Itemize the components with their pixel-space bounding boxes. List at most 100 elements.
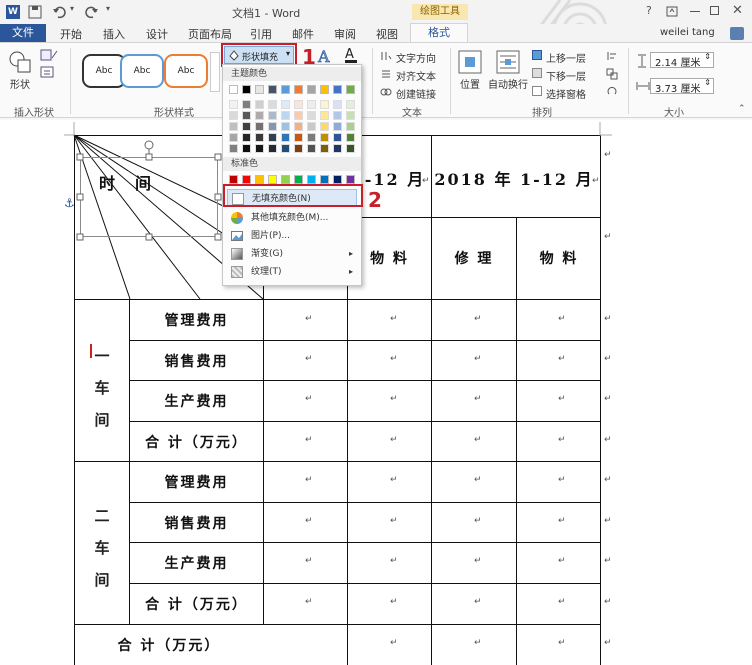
cell-end-mark: ↵ [305, 556, 313, 566]
theme-color-swatch[interactable] [281, 100, 290, 109]
theme-color-swatch[interactable] [307, 111, 316, 120]
standard-color-swatch[interactable] [294, 175, 303, 184]
theme-color-swatch[interactable] [255, 122, 264, 131]
row-end-mark: ↵ [604, 435, 612, 445]
row-end-mark: ↵ [604, 516, 612, 526]
standard-color-swatch[interactable] [320, 175, 329, 184]
theme-color-swatch[interactable] [320, 133, 329, 142]
theme-color-swatch[interactable] [307, 85, 316, 94]
theme-color-swatch[interactable] [294, 85, 303, 94]
theme-color-swatch[interactable] [294, 144, 303, 153]
theme-color-swatch[interactable] [242, 85, 251, 94]
cell-end-mark: ↵ [390, 475, 398, 485]
theme-color-swatch[interactable] [333, 111, 342, 120]
texture-menu-item[interactable]: 纹理(T) ▸ [227, 263, 357, 281]
gradient-menu-item[interactable]: 渐变(G) ▸ [227, 245, 357, 263]
theme-color-swatch[interactable] [346, 85, 355, 94]
standard-color-swatch[interactable] [307, 175, 316, 184]
theme-color-swatch[interactable] [242, 133, 251, 142]
theme-color-swatch[interactable] [307, 100, 316, 109]
theme-color-swatch[interactable] [268, 133, 277, 142]
theme-color-swatch[interactable] [229, 144, 238, 153]
theme-color-swatch[interactable] [320, 111, 329, 120]
theme-color-swatch[interactable] [346, 133, 355, 142]
standard-color-swatch[interactable] [242, 175, 251, 184]
annotation-number-2: 2 [368, 188, 382, 212]
theme-color-swatch[interactable] [255, 85, 264, 94]
theme-color-swatch[interactable] [268, 111, 277, 120]
cell-end-mark: ↵ [558, 516, 566, 526]
theme-color-swatch[interactable] [320, 144, 329, 153]
theme-color-swatch[interactable] [281, 144, 290, 153]
theme-color-swatch[interactable] [255, 144, 264, 153]
theme-color-swatch[interactable] [346, 144, 355, 153]
theme-color-swatch[interactable] [294, 133, 303, 142]
picture-menu-item[interactable]: 图片(P)... [227, 227, 357, 245]
cell-end-mark: ↵ [474, 394, 482, 404]
theme-color-swatch[interactable] [307, 133, 316, 142]
theme-color-swatch[interactable] [346, 122, 355, 131]
theme-color-swatch[interactable] [333, 122, 342, 131]
cell-end-mark: ↵ [305, 516, 313, 526]
theme-color-swatch[interactable] [307, 144, 316, 153]
theme-color-swatch[interactable] [242, 111, 251, 120]
theme-color-swatch[interactable] [346, 111, 355, 120]
anchor-icon: ⚓ [64, 196, 75, 210]
theme-color-swatch[interactable] [333, 133, 342, 142]
cell-end-mark: ↵ [474, 435, 482, 445]
workshop-1-label: 一 车 间 [94, 347, 110, 429]
theme-color-swatch[interactable] [307, 122, 316, 131]
row-end-mark: ↵ [604, 394, 612, 404]
standard-color-swatch[interactable] [229, 175, 238, 184]
theme-color-swatch[interactable] [281, 111, 290, 120]
theme-color-swatch[interactable] [255, 133, 264, 142]
subheader-repair: 修 理 [454, 251, 494, 267]
theme-color-swatch[interactable] [294, 100, 303, 109]
theme-color-swatch[interactable] [333, 85, 342, 94]
color-wheel-icon [231, 212, 243, 224]
submenu-arrow-icon: ▸ [348, 249, 353, 258]
cell-end-mark: ↵ [474, 516, 482, 526]
standard-color-swatch[interactable] [255, 175, 264, 184]
theme-color-swatch[interactable] [255, 111, 264, 120]
theme-color-swatch[interactable] [229, 85, 238, 94]
cell-end-mark: ↵ [390, 354, 398, 364]
theme-color-swatch[interactable] [281, 122, 290, 131]
theme-color-swatch[interactable] [320, 122, 329, 131]
standard-color-swatch[interactable] [268, 175, 277, 184]
theme-color-swatch[interactable] [229, 100, 238, 109]
theme-color-swatch[interactable] [242, 122, 251, 131]
cell-end-mark: ↵ [558, 556, 566, 566]
row-label: 合 计（万元） [145, 597, 248, 613]
standard-color-swatch[interactable] [333, 175, 342, 184]
theme-color-swatch[interactable] [268, 100, 277, 109]
cell-end-mark: ↵ [390, 314, 398, 324]
theme-color-swatch[interactable] [255, 100, 264, 109]
more-fill-colors-menu-item[interactable]: 其他填充颜色(M)... [227, 209, 357, 227]
theme-color-swatch[interactable] [294, 111, 303, 120]
theme-color-swatch[interactable] [281, 85, 290, 94]
theme-color-swatch[interactable] [333, 100, 342, 109]
theme-color-swatch[interactable] [229, 133, 238, 142]
theme-color-swatch[interactable] [242, 144, 251, 153]
cell-end-mark: ↵ [474, 314, 482, 324]
theme-color-swatch[interactable] [281, 133, 290, 142]
standard-color-swatch[interactable] [346, 175, 355, 184]
subheader-material-2: 物 料 [539, 251, 579, 267]
theme-color-swatch[interactable] [268, 144, 277, 153]
submenu-arrow-icon: ▸ [348, 267, 353, 276]
theme-color-swatch[interactable] [320, 100, 329, 109]
workshop-2-label: 二 车 间 [94, 507, 110, 589]
standard-color-swatch[interactable] [281, 175, 290, 184]
theme-color-swatch[interactable] [229, 111, 238, 120]
theme-color-swatch[interactable] [320, 85, 329, 94]
theme-color-swatch[interactable] [229, 122, 238, 131]
cell-end-mark: ↵ [390, 394, 398, 404]
theme-color-swatch[interactable] [333, 144, 342, 153]
theme-color-swatch[interactable] [268, 85, 277, 94]
theme-color-swatch[interactable] [346, 100, 355, 109]
theme-color-swatch[interactable] [268, 122, 277, 131]
header-2018: 2018 年 1-12 月 [434, 170, 594, 189]
theme-color-swatch[interactable] [294, 122, 303, 131]
theme-color-swatch[interactable] [242, 100, 251, 109]
